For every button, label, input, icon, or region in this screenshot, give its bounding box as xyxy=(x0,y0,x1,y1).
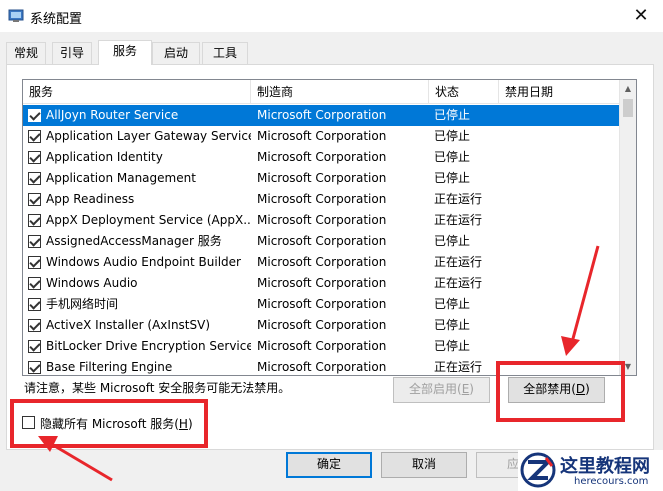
service-checkbox[interactable] xyxy=(28,298,41,311)
scroll-thumb[interactable] xyxy=(623,99,633,117)
table-row[interactable]: 手机网络时间 Microsoft Corporation 已停止 xyxy=(23,294,620,315)
service-status: 已停止 xyxy=(434,150,471,164)
service-name: ActiveX Installer (AxInstSV) xyxy=(46,318,211,332)
service-checkbox[interactable] xyxy=(28,319,41,332)
tab-startup[interactable]: 启动 xyxy=(152,42,200,64)
service-vendor: Microsoft Corporation xyxy=(257,192,387,206)
service-vendor: Microsoft Corporation xyxy=(257,171,387,185)
column-header-status[interactable]: 状态 xyxy=(429,80,499,104)
cancel-button[interactable]: 取消 xyxy=(381,452,467,478)
enable-all-label: 全部启用( xyxy=(409,382,462,396)
annotation-box-hide xyxy=(10,399,208,448)
service-name: Windows Audio Endpoint Builder xyxy=(46,255,241,269)
table-row[interactable]: BitLocker Drive Encryption Service Micros… xyxy=(23,336,620,357)
tab-tools[interactable]: 工具 xyxy=(202,42,248,64)
service-vendor: Microsoft Corporation xyxy=(257,255,387,269)
table-row[interactable]: App Readiness Microsoft Corporation 正在运行 xyxy=(23,189,620,210)
service-vendor: Microsoft Corporation xyxy=(257,297,387,311)
service-status: 已停止 xyxy=(434,129,471,143)
service-name: 手机网络时间 xyxy=(46,297,119,311)
service-status: 正在运行 xyxy=(434,255,483,269)
service-name: Windows Audio xyxy=(46,276,138,290)
service-rows: AllJoyn Router Service Microsoft Corporat… xyxy=(23,105,620,375)
table-row[interactable]: AssignedAccessManager 服务 Microsoft Corpor… xyxy=(23,231,620,252)
service-checkbox[interactable] xyxy=(28,151,41,164)
service-status: 已停止 xyxy=(434,297,471,311)
service-checkbox[interactable] xyxy=(28,193,41,206)
service-checkbox[interactable] xyxy=(28,172,41,185)
service-name: Application Identity xyxy=(46,150,163,164)
table-row[interactable]: ActiveX Installer (AxInstSV) Microsoft Co… xyxy=(23,315,620,336)
service-vendor: Microsoft Corporation xyxy=(257,108,387,122)
service-checkbox[interactable] xyxy=(28,256,41,269)
service-vendor: Microsoft Corporation xyxy=(257,213,387,227)
watermark-name: 这里教程网 xyxy=(560,456,650,477)
service-name: Application Layer Gateway Service xyxy=(46,129,251,143)
system-config-icon xyxy=(8,9,24,22)
service-checkbox[interactable] xyxy=(28,235,41,248)
service-name: AllJoyn Router Service xyxy=(46,108,179,122)
service-name: Application Management xyxy=(46,171,196,185)
service-name: AssignedAccessManager 服务 xyxy=(46,234,222,248)
enable-all-button[interactable]: 全部启用(E) xyxy=(393,377,490,403)
service-vendor: Microsoft Corporation xyxy=(257,276,387,290)
service-name: App Readiness xyxy=(46,192,135,206)
service-checkbox[interactable] xyxy=(28,277,41,290)
column-header-vendor[interactable]: 制造商 xyxy=(251,80,429,104)
service-checkbox[interactable] xyxy=(28,340,41,353)
table-row[interactable]: Application Identity Microsoft Corporatio… xyxy=(23,147,620,168)
table-row[interactable]: Windows Audio Microsoft Corporation 正在运行 xyxy=(23,273,620,294)
tab-services[interactable]: 服务 xyxy=(98,40,152,65)
service-status: 已停止 xyxy=(434,318,471,332)
tab-general[interactable]: 常规 xyxy=(6,42,46,64)
vertical-scrollbar[interactable]: ▲ ▼ xyxy=(619,80,636,375)
services-list[interactable]: 服务 制造商 状态 禁用日期 AllJoyn Router Service Mic… xyxy=(22,79,637,376)
column-header-service[interactable]: 服务 xyxy=(23,80,251,104)
list-header: 服务 制造商 状态 禁用日期 xyxy=(23,80,620,104)
watermark: 这里教程网 herecours.com xyxy=(518,450,663,491)
service-checkbox[interactable] xyxy=(28,109,41,122)
service-checkbox[interactable] xyxy=(28,130,41,143)
service-status: 正在运行 xyxy=(434,360,483,374)
service-vendor: Microsoft Corporation xyxy=(257,150,387,164)
service-checkbox[interactable] xyxy=(28,214,41,227)
service-vendor: Microsoft Corporation xyxy=(257,339,387,353)
service-status: 正在运行 xyxy=(434,213,483,227)
watermark-url: herecours.com xyxy=(574,476,649,487)
scroll-up-icon[interactable]: ▲ xyxy=(620,80,636,97)
enable-all-suffix: ) xyxy=(469,382,474,396)
table-row[interactable]: Application Layer Gateway Service Microso… xyxy=(23,126,620,147)
close-icon[interactable]: ✕ xyxy=(629,4,653,28)
service-status: 已停止 xyxy=(434,339,471,353)
table-row[interactable]: AllJoyn Router Service Microsoft Corporat… xyxy=(23,105,620,126)
service-status: 已停止 xyxy=(434,108,471,122)
annotation-box-disable-all xyxy=(496,361,625,422)
security-note: 请注意，某些 Microsoft 安全服务可能无法禁用。 xyxy=(24,381,291,395)
service-status: 已停止 xyxy=(434,234,471,248)
service-name: BitLocker Drive Encryption Service xyxy=(46,339,251,353)
service-checkbox[interactable] xyxy=(28,361,41,374)
herecours-logo-icon xyxy=(520,452,556,488)
table-row[interactable]: Windows Audio Endpoint Builder Microsoft … xyxy=(23,252,620,273)
service-name: Base Filtering Engine xyxy=(46,360,173,374)
service-name: AppX Deployment Service (AppX... xyxy=(46,213,251,227)
service-status: 已停止 xyxy=(434,171,471,185)
service-vendor: Microsoft Corporation xyxy=(257,318,387,332)
window-title: 系统配置 xyxy=(30,12,83,27)
table-row[interactable]: AppX Deployment Service (AppX... Microsof… xyxy=(23,210,620,231)
service-vendor: Microsoft Corporation xyxy=(257,129,387,143)
service-vendor: Microsoft Corporation xyxy=(257,360,387,374)
table-row[interactable]: Application Management Microsoft Corporat… xyxy=(23,168,620,189)
service-status: 正在运行 xyxy=(434,276,483,290)
service-status: 正在运行 xyxy=(434,192,483,206)
column-header-disabled-date[interactable]: 禁用日期 xyxy=(499,80,620,104)
service-vendor: Microsoft Corporation xyxy=(257,234,387,248)
tab-boot[interactable]: 引导 xyxy=(52,42,92,64)
title-bar: 系统配置 ✕ xyxy=(0,0,663,32)
ok-button[interactable]: 确定 xyxy=(286,452,372,478)
